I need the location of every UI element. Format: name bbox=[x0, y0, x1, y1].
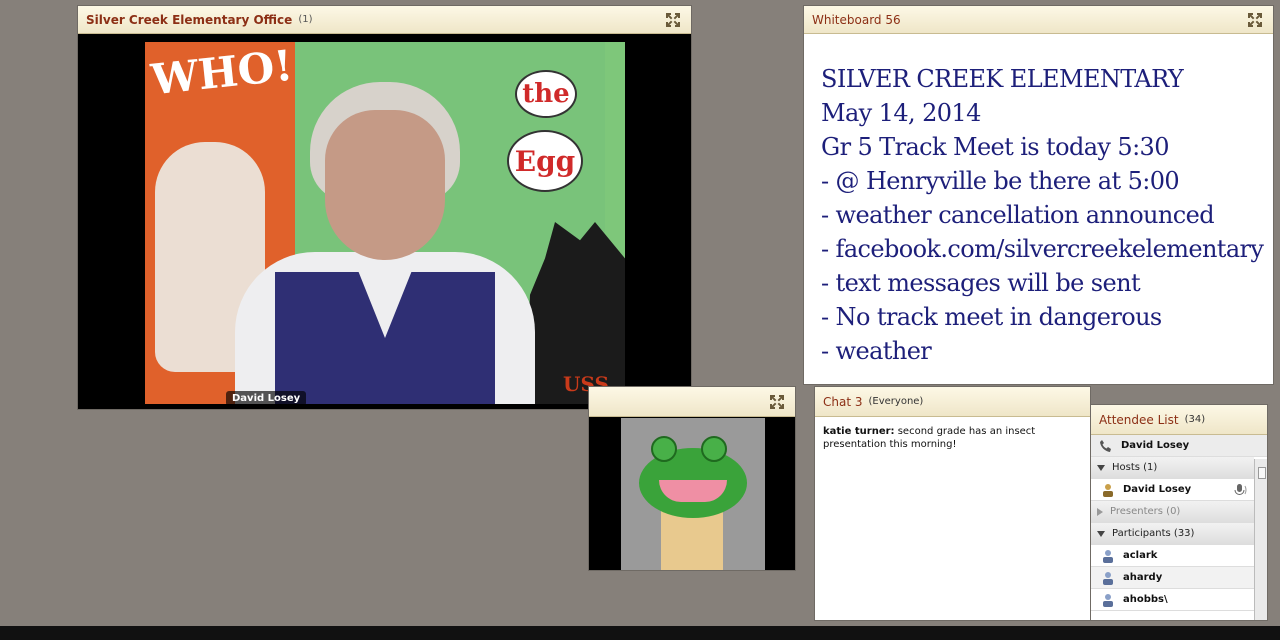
speaker-figure bbox=[205, 82, 565, 404]
puppet-eye bbox=[701, 436, 727, 462]
microphone-icon bbox=[1234, 484, 1247, 495]
whiteboard-line: - @ Henryville be there at 5:00 bbox=[821, 167, 1180, 195]
hosts-label: Hosts (1) bbox=[1112, 462, 1158, 473]
expand-icon[interactable] bbox=[1247, 12, 1263, 28]
frog-puppet-video bbox=[621, 418, 765, 570]
attendee-me-row[interactable]: David Losey bbox=[1091, 435, 1267, 457]
chat-scope: (Everyone) bbox=[868, 396, 924, 407]
whiteboard-line: - facebook.com/silvercreekelementary bbox=[821, 235, 1264, 263]
attendee-count: (34) bbox=[1184, 414, 1206, 425]
whiteboard-line: - text messages will be sent bbox=[821, 269, 1141, 297]
presenters-label: Presenters (0) bbox=[1110, 506, 1181, 517]
chat-message: katie turner: second grade has an insect… bbox=[823, 425, 1082, 451]
chat-messages: katie turner: second grade has an insect… bbox=[815, 417, 1090, 459]
whiteboard-header: Whiteboard 56 bbox=[804, 6, 1273, 34]
participant-user-icon bbox=[1103, 593, 1113, 607]
participant-user-icon bbox=[1103, 549, 1113, 563]
participant-row[interactable]: ahobbs\ bbox=[1091, 589, 1254, 611]
camera-pod-header: Silver Creek Elementary Office (1) bbox=[78, 6, 691, 34]
host-row[interactable]: David Losey bbox=[1091, 479, 1254, 501]
phone-icon bbox=[1100, 439, 1111, 452]
whiteboard-line: - No track meet in dangerous bbox=[821, 303, 1162, 331]
participant-name: aclark bbox=[1123, 550, 1158, 561]
whiteboard-line: - weather bbox=[821, 337, 932, 365]
participant-name: ahardy bbox=[1123, 572, 1163, 583]
collapse-arrow-icon bbox=[1097, 530, 1105, 537]
participant-row[interactable]: ahardy bbox=[1091, 567, 1254, 589]
puppet-eye bbox=[651, 436, 677, 462]
expand-arrow-icon bbox=[1097, 507, 1103, 516]
attendee-me-name: David Losey bbox=[1121, 440, 1190, 451]
whiteboard-canvas[interactable]: SILVER CREEK ELEMENTARY May 14, 2014 Gr … bbox=[804, 34, 1273, 368]
chat-title: Chat 3 bbox=[823, 394, 863, 409]
secondary-camera-pod bbox=[588, 386, 796, 571]
host-user-icon bbox=[1103, 483, 1113, 497]
speaker-video: WHO! the Egg USS bbox=[145, 42, 625, 404]
collapse-arrow-icon bbox=[1097, 464, 1105, 471]
scrollbar-grip[interactable] bbox=[1258, 467, 1266, 479]
participant-row[interactable]: aclark bbox=[1091, 545, 1254, 567]
participants-label: Participants (33) bbox=[1112, 528, 1195, 539]
secondary-camera-header bbox=[589, 387, 795, 417]
chat-header: Chat 3 (Everyone) bbox=[815, 387, 1090, 417]
expand-icon[interactable] bbox=[665, 12, 681, 28]
attendee-header: Attendee List (34) bbox=[1091, 405, 1267, 435]
whiteboard-line: - weather cancellation announced bbox=[821, 201, 1215, 229]
attendee-scrollbar[interactable] bbox=[1254, 459, 1267, 620]
chat-sender: katie turner: bbox=[823, 426, 895, 437]
whiteboard-title: Whiteboard 56 bbox=[812, 12, 901, 27]
whiteboard-line: May 14, 2014 bbox=[821, 99, 981, 127]
camera-pod: Silver Creek Elementary Office (1) WHO! … bbox=[77, 5, 692, 410]
speaker-face bbox=[325, 110, 445, 260]
camera-pod-count: (1) bbox=[298, 14, 313, 25]
attendee-title: Attendee List bbox=[1099, 412, 1179, 427]
hosts-section[interactable]: Hosts (1) bbox=[1091, 457, 1254, 479]
whiteboard-pod: Whiteboard 56 SILVER CREEK ELEMENTARY Ma… bbox=[803, 5, 1274, 385]
presenters-section[interactable]: Presenters (0) bbox=[1091, 501, 1254, 523]
camera-pod-title: Silver Creek Elementary Office bbox=[86, 12, 293, 27]
whiteboard-line: SILVER CREEK ELEMENTARY bbox=[821, 65, 1184, 93]
participants-section[interactable]: Participants (33) bbox=[1091, 523, 1254, 545]
attendee-pod: Attendee List (34) David Losey Hosts (1)… bbox=[1090, 404, 1268, 621]
speaker-name-tag: David Losey bbox=[226, 391, 307, 406]
host-name: David Losey bbox=[1123, 484, 1192, 495]
chat-pod: Chat 3 (Everyone) katie turner: second g… bbox=[814, 386, 1091, 621]
participant-name: ahobbs\ bbox=[1123, 594, 1168, 605]
bottom-bar bbox=[0, 626, 1280, 640]
expand-icon[interactable] bbox=[769, 394, 785, 410]
whiteboard-line: Gr 5 Track Meet is today 5:30 bbox=[821, 133, 1170, 161]
participant-user-icon bbox=[1103, 571, 1113, 585]
